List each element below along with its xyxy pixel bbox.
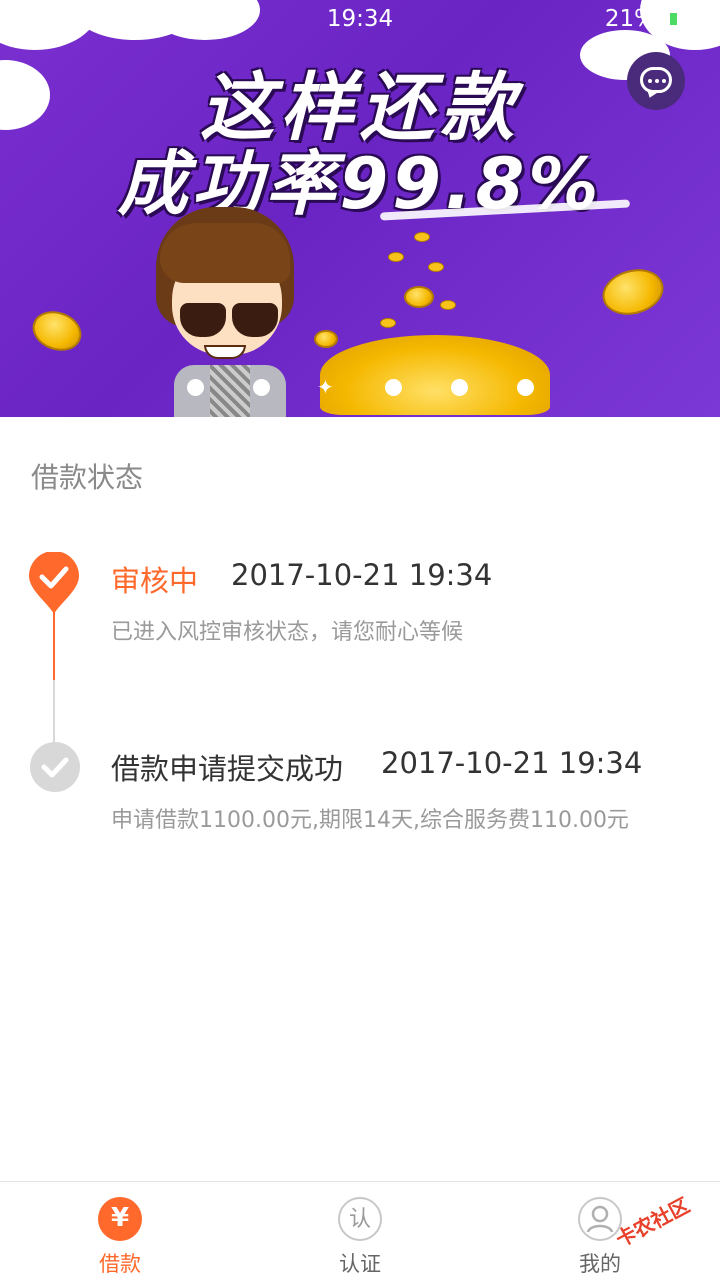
coin-decoration: [388, 252, 404, 262]
coin-decoration: [597, 262, 669, 322]
battery-fill: [670, 13, 677, 25]
chat-button[interactable]: [627, 52, 685, 110]
battery-percent: 21%: [604, 6, 656, 32]
coin-decoration: [27, 304, 87, 358]
nav-item-loan[interactable]: ¥ 借款: [60, 1182, 180, 1280]
battery-icon: ⚡: [666, 8, 710, 29]
coin-decoration: [404, 286, 434, 308]
nav-label-certify: 认证: [339, 1252, 381, 1276]
timeline-connector: [53, 680, 55, 745]
section-title: 借款状态: [31, 461, 144, 494]
carousel-dot[interactable]: [385, 379, 402, 396]
coin-decoration: [440, 300, 456, 310]
banner-headline-line2: 成功率99.8%: [117, 143, 603, 225]
coin-decoration: [414, 232, 430, 242]
carousel-indicator: ✦: [0, 377, 720, 399]
step-detail-review: 已进入风控审核状态，请您耐心等候: [111, 620, 464, 645]
step-detail-submitted: 申请借款1100.00元,期限14天,综合服务费110.00元: [111, 808, 629, 833]
coin-decoration: [428, 262, 444, 272]
checkmark-circle-icon: [30, 742, 80, 792]
chat-bubble-icon: [640, 67, 672, 93]
carousel-dot-active[interactable]: ✦: [317, 377, 334, 397]
nav-label-loan: 借款: [99, 1252, 141, 1276]
step-status-review: 审核中: [111, 564, 199, 598]
status-bar: 4G 4G ••• 19:34 21% ⚡: [0, 0, 720, 40]
coin-decoration: [314, 330, 338, 348]
carousel-dot[interactable]: [517, 379, 534, 396]
nav-item-certify[interactable]: 认 认证: [300, 1182, 420, 1280]
app-root: 4G 4G ••• 19:34 21% ⚡ 这样还款 成功率99.8% ✦ 借款…: [0, 0, 720, 1280]
promo-banner[interactable]: 4G 4G ••• 19:34 21% ⚡ 这样还款 成功率99.8% ✦: [0, 0, 720, 417]
charging-icon: ⚡: [680, 8, 692, 27]
step-datetime-review: 2017-10-21 19:34: [231, 558, 493, 592]
coin-pile: [320, 335, 550, 415]
carousel-dot[interactable]: [253, 379, 270, 396]
yen-icon: ¥: [98, 1197, 142, 1241]
coin-decoration: [380, 318, 396, 328]
certify-icon: 认: [338, 1197, 382, 1241]
step-datetime-submitted: 2017-10-21 19:34: [381, 746, 643, 780]
checkmark-pin-icon: [29, 552, 79, 614]
carousel-dot[interactable]: [451, 379, 468, 396]
carousel-dot[interactable]: [187, 379, 204, 396]
timeline-connector-active: [53, 605, 55, 685]
step-status-submitted: 借款申请提交成功: [111, 752, 344, 786]
